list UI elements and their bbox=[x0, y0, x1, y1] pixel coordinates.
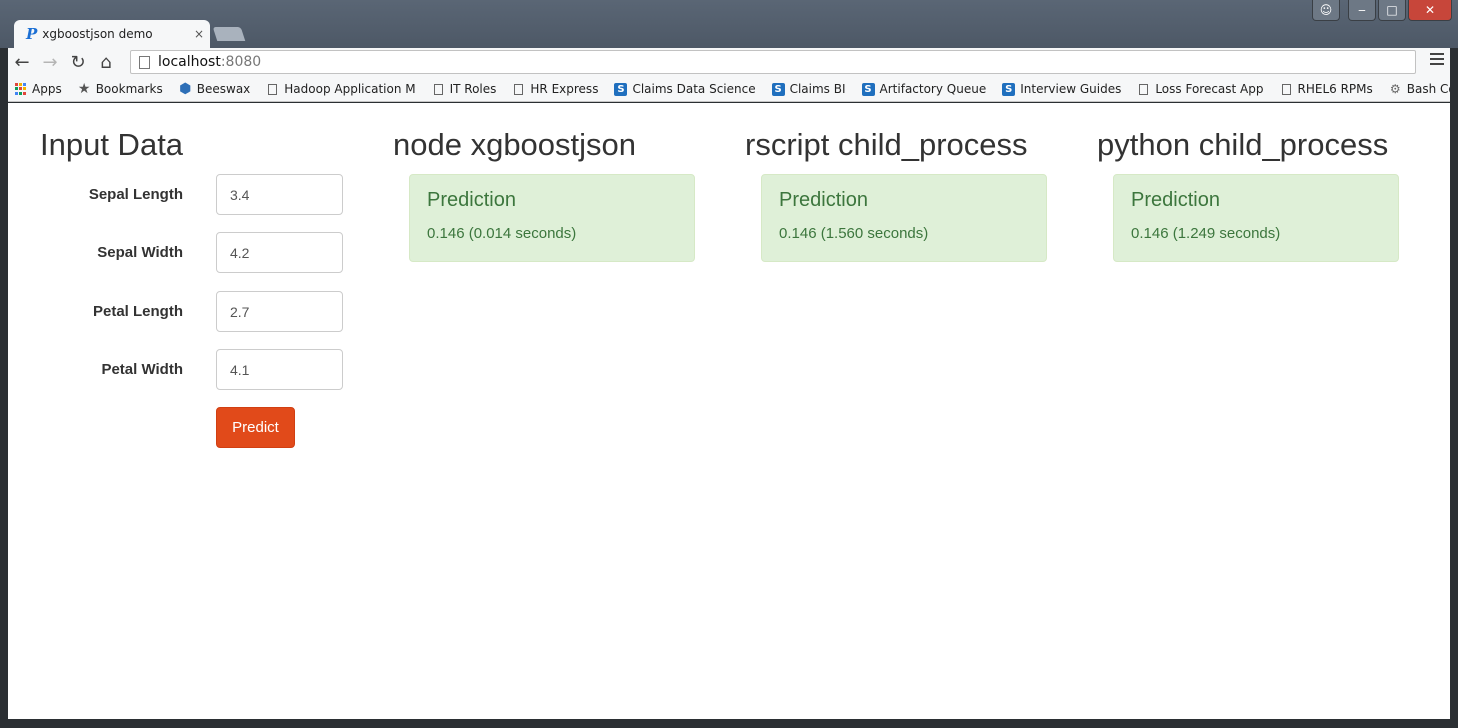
page-icon bbox=[139, 55, 150, 69]
beeswax-icon: ⬢ bbox=[179, 81, 192, 97]
sharepoint-icon: S bbox=[771, 82, 785, 96]
node-xgboostjson-heading: node xgboostjson bbox=[393, 127, 637, 162]
bash-icon: ⚙ bbox=[1389, 82, 1401, 96]
url-port: :8080 bbox=[220, 54, 262, 70]
prediction-value: 0.146 (1.249 seconds) bbox=[1131, 225, 1281, 242]
page-icon bbox=[1137, 83, 1150, 96]
predict-button[interactable]: Predict bbox=[216, 407, 295, 448]
bookmark-label: Bookmarks bbox=[95, 82, 163, 96]
bookmark-apps[interactable]: Apps bbox=[14, 82, 62, 96]
petal-length-input[interactable] bbox=[216, 291, 343, 332]
bookmark-label: Claims Data Science bbox=[632, 82, 756, 96]
prediction-value: 0.146 (1.560 seconds) bbox=[779, 225, 929, 242]
rscript-prediction-alert: Prediction 0.146 (1.560 seconds) bbox=[761, 174, 1047, 262]
bookmark-hadoop[interactable]: Hadoop Application M bbox=[266, 82, 416, 96]
bookmark-label: Bash Conditional Expr bbox=[1406, 82, 1450, 96]
bookmark-label: Beeswax bbox=[196, 82, 251, 96]
browser-toolbar: ← → ↻ ⌂ localhost:8080 bbox=[8, 48, 1450, 77]
petal-length-label: Petal Length bbox=[92, 303, 183, 320]
bookmark-it-roles[interactable]: IT Roles bbox=[432, 82, 497, 96]
sepal-width-input[interactable] bbox=[216, 232, 343, 273]
url-host: localhost bbox=[158, 54, 221, 70]
bookmark-label: Loss Forecast App bbox=[1155, 82, 1264, 96]
petal-width-input[interactable] bbox=[216, 349, 343, 390]
prediction-title: Prediction bbox=[779, 189, 868, 211]
python-heading: python child_process bbox=[1097, 127, 1389, 162]
new-tab-button[interactable] bbox=[212, 27, 246, 41]
bookmark-interview-guides[interactable]: S Interview Guides bbox=[1002, 82, 1121, 96]
browser-tab[interactable]: P xgboostjson demo × bbox=[14, 20, 210, 48]
sepal-length-label: Sepal Length bbox=[88, 186, 183, 203]
reload-icon[interactable]: ↻ bbox=[64, 53, 92, 72]
bookmark-claims-data-science[interactable]: S Claims Data Science bbox=[614, 82, 756, 96]
bookmark-label: Apps bbox=[32, 82, 62, 96]
bookmark-beeswax[interactable]: ⬢ Beeswax bbox=[179, 81, 251, 97]
window-controls: ☺ ‒ □ ✕ bbox=[1312, 0, 1452, 21]
rscript-heading: rscript child_process bbox=[745, 127, 1028, 162]
page-icon bbox=[512, 83, 525, 96]
home-icon[interactable]: ⌂ bbox=[92, 53, 120, 72]
close-window-button[interactable]: ✕ bbox=[1408, 0, 1452, 21]
address-bar[interactable]: localhost:8080 bbox=[130, 50, 1416, 74]
sepal-length-input[interactable] bbox=[216, 174, 343, 215]
bookmark-loss-forecast-app[interactable]: Loss Forecast App bbox=[1137, 82, 1264, 96]
bookmark-label: IT Roles bbox=[449, 82, 497, 96]
bookmark-label: Artifactory Queue bbox=[879, 82, 987, 96]
minimize-button[interactable]: ‒ bbox=[1348, 0, 1376, 21]
user-profile-button[interactable]: ☺ bbox=[1312, 0, 1340, 21]
window-titlebar: ☺ ‒ □ ✕ P xgboostjson demo × bbox=[0, 0, 1458, 48]
star-icon: ★ bbox=[77, 81, 91, 97]
bookmark-label: Interview Guides bbox=[1020, 82, 1122, 96]
sepal-width-label: Sepal Width bbox=[97, 244, 183, 261]
tab-close-icon[interactable]: × bbox=[194, 27, 204, 41]
tab-title: xgboostjson demo bbox=[42, 27, 153, 41]
python-prediction-alert: Prediction 0.146 (1.249 seconds) bbox=[1113, 174, 1399, 262]
page-icon bbox=[266, 83, 279, 96]
bookmarks-bar: Apps ★ Bookmarks ⬢ Beeswax Hadoop Applic… bbox=[8, 77, 1450, 102]
bookmark-bash-conditional[interactable]: ⚙ Bash Conditional Expr bbox=[1389, 82, 1450, 96]
hamburger-menu-icon[interactable] bbox=[1430, 53, 1444, 68]
bookmark-label: Claims BI bbox=[789, 82, 846, 96]
input-data-heading: Input Data bbox=[40, 127, 184, 162]
page-icon bbox=[1280, 83, 1293, 96]
tab-favicon-icon: P bbox=[26, 25, 38, 43]
bookmark-label: HR Express bbox=[530, 82, 599, 96]
page-content: Input Data Sepal Length Sepal Width Peta… bbox=[8, 103, 1450, 719]
sharepoint-icon: S bbox=[614, 82, 628, 96]
petal-width-label: Petal Width bbox=[101, 361, 183, 378]
apps-grid-icon bbox=[14, 82, 27, 96]
page-icon bbox=[432, 83, 445, 96]
bookmark-label: Hadoop Application M bbox=[284, 82, 416, 96]
prediction-title: Prediction bbox=[1131, 189, 1220, 211]
bookmark-hr-express[interactable]: HR Express bbox=[512, 82, 598, 96]
prediction-value: 0.146 (0.014 seconds) bbox=[427, 225, 577, 242]
maximize-button[interactable]: □ bbox=[1378, 0, 1406, 21]
bookmark-bookmarks[interactable]: ★ Bookmarks bbox=[77, 81, 163, 97]
sharepoint-icon: S bbox=[861, 82, 875, 96]
bookmark-rhel6-rpms[interactable]: RHEL6 RPMs bbox=[1280, 82, 1373, 96]
bookmark-label: RHEL6 RPMs bbox=[1297, 82, 1373, 96]
bookmark-artifactory-queue[interactable]: S Artifactory Queue bbox=[861, 82, 987, 96]
sharepoint-icon: S bbox=[1002, 82, 1016, 96]
bookmark-claims-bi[interactable]: S Claims BI bbox=[771, 82, 846, 96]
back-arrow-icon[interactable]: ← bbox=[8, 53, 36, 72]
forward-arrow-icon[interactable]: → bbox=[36, 53, 64, 72]
node-prediction-alert: Prediction 0.146 (0.014 seconds) bbox=[409, 174, 695, 262]
prediction-title: Prediction bbox=[427, 189, 516, 211]
